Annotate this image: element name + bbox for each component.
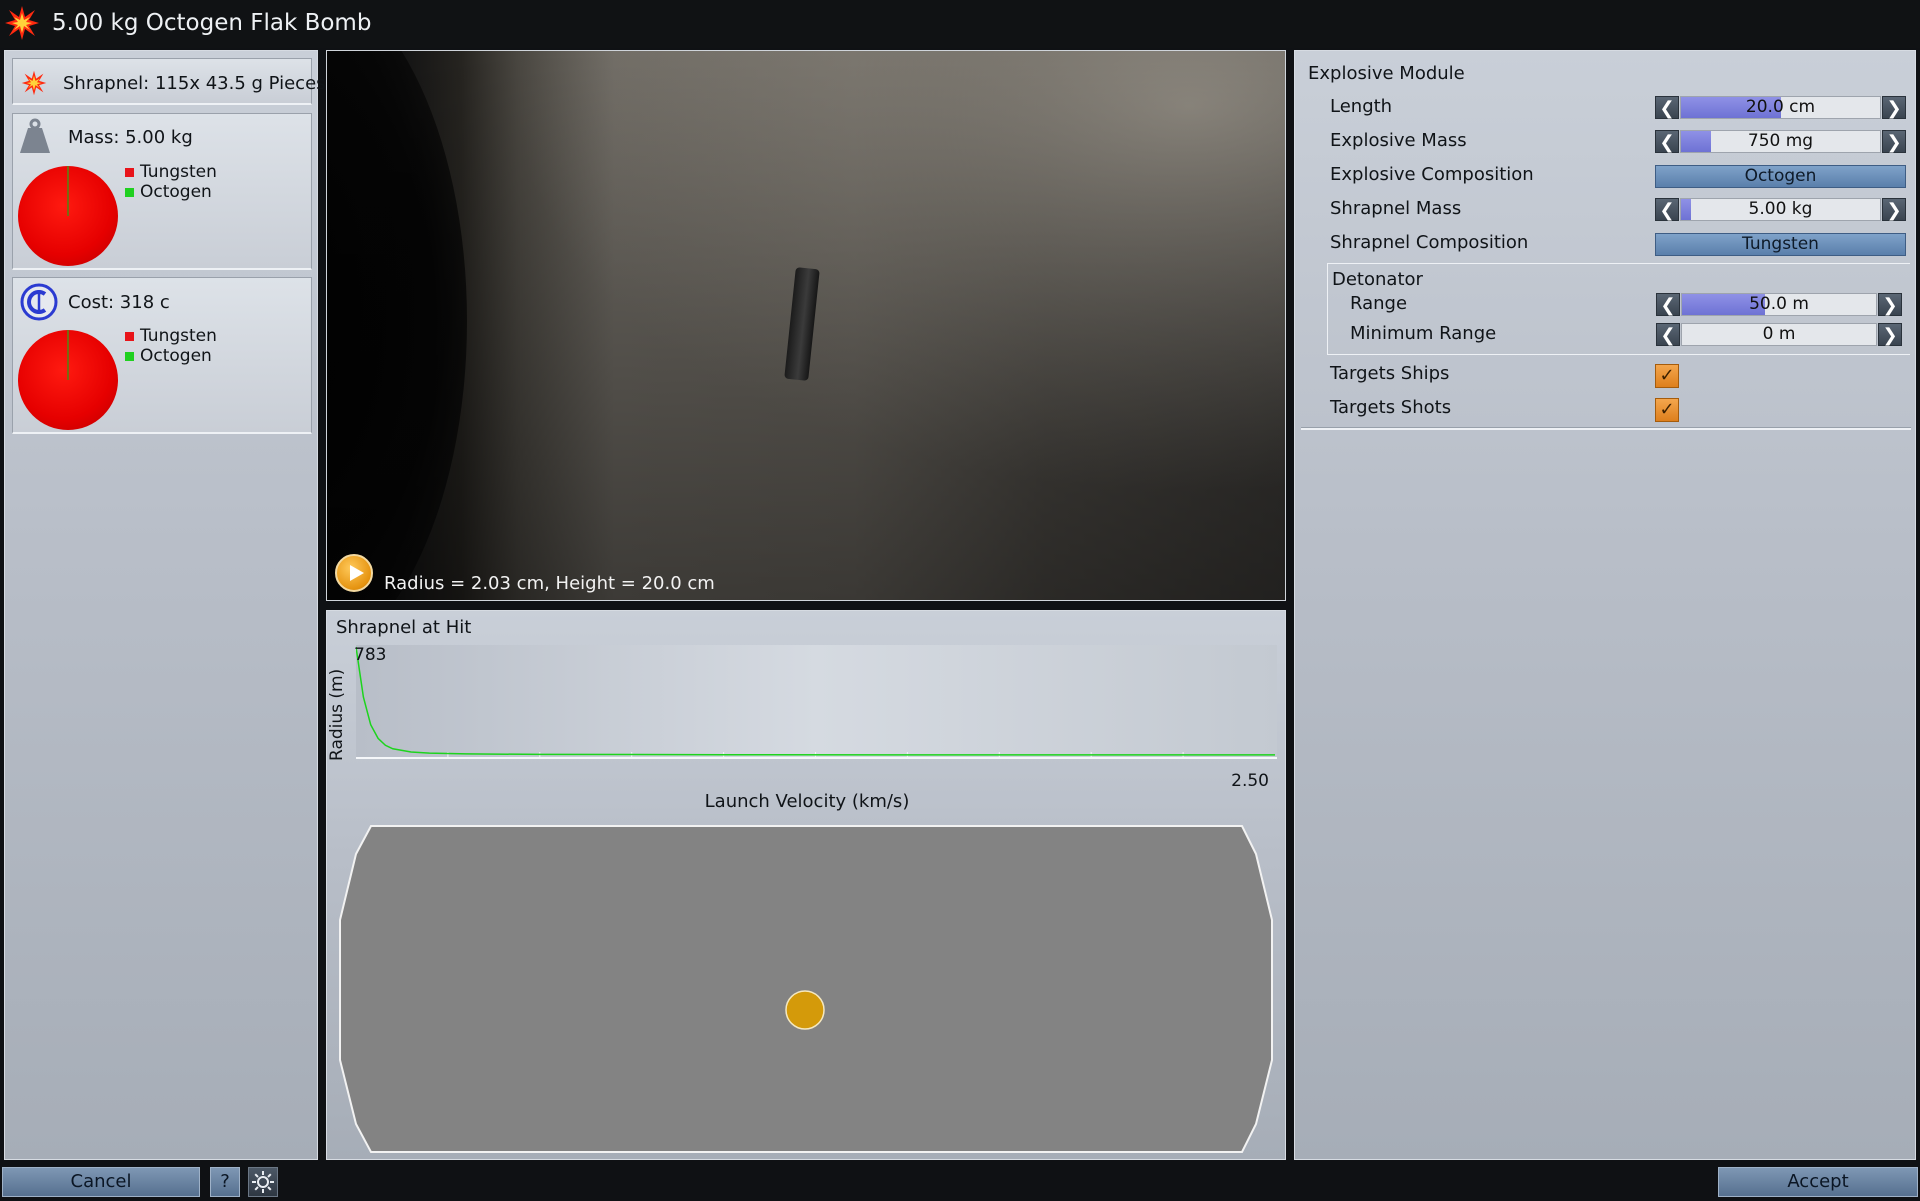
shrapnel-line-chart	[356, 646, 1275, 757]
explosive-mass-track[interactable]: 750 mg	[1680, 130, 1881, 153]
shrapnel-composition-label: Shrapnel Composition	[1330, 232, 1529, 253]
mass-legend: Tungsten Octogen	[125, 162, 217, 202]
length-track[interactable]: 20.0 cm	[1680, 96, 1881, 119]
minimum-range-slider[interactable]: ❮ 0 m ❯	[1656, 323, 1902, 346]
minimum-range-label: Minimum Range	[1350, 323, 1497, 344]
mass-card: Mass: 5.00 kg Tungsten Octogen	[12, 113, 312, 270]
x-axis-label: Launch Velocity (km/s)	[704, 791, 910, 812]
cost-card: Cost: 318 c Tungsten Octogen	[12, 277, 312, 434]
minimum-range-decrease-button[interactable]: ❮	[1656, 323, 1680, 346]
shrapnel-composition-select[interactable]: Tungsten	[1655, 233, 1906, 256]
length-label: Length	[1330, 96, 1393, 117]
model-viewport[interactable]: Radius = 2.03 cm, Height = 20.0 cm	[326, 50, 1286, 601]
range-slider[interactable]: ❮ 50.0 m ❯	[1656, 293, 1902, 316]
range-track[interactable]: 50.0 m	[1681, 293, 1877, 316]
plot-area	[356, 645, 1277, 759]
mass-pie-chart	[18, 166, 118, 266]
x-max-label: 2.50	[1231, 771, 1269, 791]
legend-swatch	[125, 351, 134, 361]
properties-panel: Explosive Module Length ❮ 20.0 cm ❯ Expl…	[1294, 50, 1916, 1160]
legend-swatch	[125, 167, 134, 177]
length-slider[interactable]: ❮ 20.0 cm ❯	[1655, 96, 1906, 119]
weight-icon	[20, 118, 50, 153]
explosive-mass-decrease-button[interactable]: ❮	[1655, 130, 1679, 153]
targets-ships-label: Targets Ships	[1330, 363, 1450, 384]
targets-ships-checkbox[interactable]: ✓	[1655, 364, 1679, 388]
cancel-button[interactable]: Cancel	[2, 1167, 200, 1197]
length-increase-button[interactable]: ❯	[1882, 96, 1906, 119]
hit-pattern-view	[334, 824, 1279, 1154]
explosive-mass-slider[interactable]: ❮ 750 mg ❯	[1655, 130, 1906, 153]
legend-item-octogen: Octogen	[125, 346, 217, 366]
detonator-group: Detonator Range ❮ 50.0 m ❯ Minimum Range…	[1327, 263, 1910, 355]
explosive-composition-label: Explosive Composition	[1330, 164, 1534, 185]
range-decrease-button[interactable]: ❮	[1656, 293, 1680, 316]
module-title: Explosive Module	[1308, 63, 1465, 84]
play-icon	[350, 565, 364, 581]
legend-item-tungsten: Tungsten	[125, 162, 217, 182]
dimensions-label: Radius = 2.03 cm, Height = 20.0 cm	[384, 573, 715, 594]
shrapnel-mass-slider[interactable]: ❮ 5.00 kg ❯	[1655, 198, 1906, 221]
y-max-label: 783	[354, 645, 387, 665]
length-decrease-button[interactable]: ❮	[1655, 96, 1679, 119]
window-title: 5.00 kg Octogen Flak Bomb	[52, 10, 372, 36]
hit-pattern-shape	[339, 825, 1273, 1153]
legend-item-octogen: Octogen	[125, 182, 217, 202]
stats-panel: Shrapnel: 115x 43.5 g Pieces Mass: 5.00 …	[4, 50, 326, 1160]
range-increase-button[interactable]: ❯	[1878, 293, 1902, 316]
range-value: 50.0 m	[1749, 294, 1809, 314]
detonator-title: Detonator	[1332, 269, 1423, 290]
explosive-mass-value: 750 mg	[1747, 131, 1814, 151]
shrapnel-radius-series	[356, 646, 1275, 756]
explosion-icon	[21, 70, 47, 96]
legend-item-tungsten: Tungsten	[125, 326, 217, 346]
legend-swatch	[125, 187, 134, 197]
target-marker	[785, 990, 825, 1030]
shrapnel-mass-decrease-button[interactable]: ❮	[1655, 198, 1679, 221]
graph-title: Shrapnel at Hit	[336, 617, 472, 638]
targets-shots-label: Targets Shots	[1330, 397, 1452, 418]
explosive-mass-label: Explosive Mass	[1330, 130, 1467, 151]
shrapnel-mass-value: 5.00 kg	[1748, 199, 1813, 219]
title-bar: 5.00 kg Octogen Flak Bomb	[0, 0, 1920, 48]
cost-legend: Tungsten Octogen	[125, 326, 217, 366]
settings-button[interactable]	[248, 1167, 278, 1197]
shrapnel-label: Shrapnel: 115x 43.5 g Pieces	[63, 73, 326, 94]
explosion-icon	[5, 6, 39, 40]
legend-swatch	[125, 331, 134, 341]
play-button[interactable]	[335, 554, 373, 592]
shrapnel-card: Shrapnel: 115x 43.5 g Pieces	[12, 58, 326, 105]
shrapnel-mass-track[interactable]: 5.00 kg	[1680, 198, 1881, 221]
explosive-mass-increase-button[interactable]: ❯	[1882, 130, 1906, 153]
minimum-range-increase-button[interactable]: ❯	[1878, 323, 1902, 346]
cost-pie-chart	[18, 330, 118, 430]
help-button[interactable]: ?	[210, 1167, 240, 1197]
targets-shots-checkbox[interactable]: ✓	[1655, 398, 1679, 422]
shrapnel-mass-increase-button[interactable]: ❯	[1882, 198, 1906, 221]
shrapnel-mass-label: Shrapnel Mass	[1330, 198, 1462, 219]
credits-icon	[20, 283, 58, 321]
accept-button[interactable]: Accept	[1718, 1167, 1918, 1197]
explosive-composition-select[interactable]: Octogen	[1655, 165, 1906, 188]
minimum-range-track[interactable]: 0 m	[1681, 323, 1877, 346]
mass-label: Mass: 5.00 kg	[68, 127, 193, 148]
minimum-range-value: 0 m	[1762, 324, 1796, 344]
shrapnel-graph-panel: Shrapnel at Hit 783 2.50 Radius (m) Laun…	[326, 610, 1286, 1160]
gear-icon	[252, 1171, 274, 1193]
range-label: Range	[1350, 293, 1408, 314]
length-value: 20.0 cm	[1745, 97, 1816, 117]
section-divider	[1301, 427, 1911, 430]
y-axis-label: Radius (m)	[327, 668, 347, 761]
cost-label: Cost: 318 c	[68, 292, 170, 313]
